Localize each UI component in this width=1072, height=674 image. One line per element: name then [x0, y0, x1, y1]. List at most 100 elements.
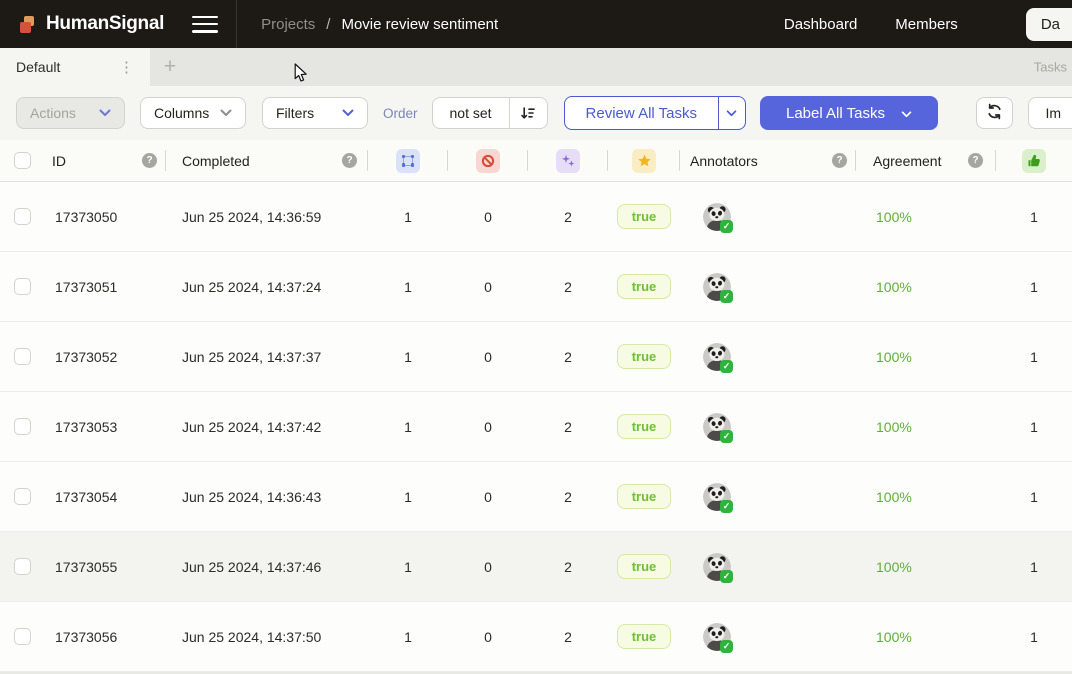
row-select-cell	[0, 488, 44, 505]
annotations-count: 1	[368, 489, 448, 505]
predictions-count: 2	[528, 279, 608, 295]
table-row[interactable]: 17373051 Jun 25 2024, 14:37:24 1 0 2 tru…	[0, 252, 1072, 322]
predictions-count: 2	[528, 629, 608, 645]
row-checkbox[interactable]	[14, 558, 31, 575]
completed-timestamp: Jun 25 2024, 14:37:24	[166, 279, 368, 295]
ground-truth-cell: true	[608, 344, 680, 369]
actions-dropdown[interactable]: Actions	[16, 97, 125, 129]
row-select-cell	[0, 348, 44, 365]
filters-label: Filters	[276, 105, 314, 121]
review-all-tasks-button[interactable]: Review All Tasks	[564, 96, 746, 130]
select-all-checkbox[interactable]	[14, 152, 31, 169]
completed-timestamp: Jun 25 2024, 14:36:59	[166, 209, 368, 225]
hamburger-menu-icon[interactable]	[192, 16, 218, 33]
ground-truth-badge: true	[617, 274, 672, 299]
help-icon[interactable]: ?	[342, 153, 357, 168]
help-icon[interactable]: ?	[968, 153, 983, 168]
help-icon[interactable]: ?	[142, 153, 157, 168]
row-checkbox[interactable]	[14, 418, 31, 435]
logo-icon	[20, 16, 37, 33]
table-row[interactable]: 17373050 Jun 25 2024, 14:36:59 1 0 2 tru…	[0, 182, 1072, 252]
id-column-label[interactable]: ID	[52, 153, 66, 169]
annotator-check-icon: ✓	[720, 360, 733, 373]
columns-dropdown[interactable]: Columns	[140, 97, 246, 129]
annotator-avatar[interactable]: ✓	[703, 553, 731, 581]
ground-truth-badge: true	[617, 204, 672, 229]
account-button[interactable]: Da	[1026, 8, 1072, 41]
annotator-check-icon: ✓	[720, 570, 733, 583]
annotator-avatar[interactable]: ✓	[703, 483, 731, 511]
tab-menu-kebab-icon[interactable]: ⋮	[115, 58, 138, 77]
task-id: 17373053	[44, 419, 166, 435]
row-checkbox[interactable]	[14, 278, 31, 295]
nav-dashboard-link[interactable]: Dashboard	[784, 16, 857, 33]
order-value-dropdown[interactable]: not set	[433, 98, 509, 128]
predictions-icon[interactable]	[556, 149, 580, 173]
table-row[interactable]: 17373053 Jun 25 2024, 14:37:42 1 0 2 tru…	[0, 392, 1072, 462]
column-header-agreement: Agreement ?	[856, 140, 996, 181]
task-id: 17373056	[44, 629, 166, 645]
annotators-cell: ✓	[680, 553, 856, 581]
annotator-avatar[interactable]: ✓	[703, 203, 731, 231]
row-checkbox[interactable]	[14, 208, 31, 225]
annotations-count: 1	[368, 629, 448, 645]
table-row[interactable]: 17373056 Jun 25 2024, 14:37:50 1 0 2 tru…	[0, 602, 1072, 672]
agreement-column-label[interactable]: Agreement	[873, 153, 941, 169]
predictions-count: 2	[528, 489, 608, 505]
task-id: 17373052	[44, 349, 166, 365]
sort-direction-icon[interactable]	[509, 98, 547, 128]
cancelled-count: 0	[448, 349, 528, 365]
label-all-tasks-button[interactable]: Label All Tasks	[760, 96, 938, 130]
star-icon[interactable]	[632, 149, 656, 173]
annotations-count: 1	[368, 279, 448, 295]
humansignal-logo: HumanSignal	[20, 13, 164, 35]
filters-dropdown[interactable]: Filters	[262, 97, 368, 129]
agreement-value: 100%	[856, 489, 996, 505]
cancelled-annotations-icon[interactable]	[476, 149, 500, 173]
tab-default[interactable]: Default ⋮	[0, 48, 150, 86]
ground-truth-cell: true	[608, 414, 680, 439]
row-checkbox[interactable]	[14, 628, 31, 645]
completed-timestamp: Jun 25 2024, 14:37:42	[166, 419, 368, 435]
column-header-annotations	[368, 140, 448, 181]
review-all-tasks-label: Review All Tasks	[565, 97, 718, 129]
row-checkbox[interactable]	[14, 348, 31, 365]
table-row[interactable]: 17373052 Jun 25 2024, 14:37:37 1 0 2 tru…	[0, 322, 1072, 392]
annotator-avatar[interactable]: ✓	[703, 343, 731, 371]
annotations-count-icon[interactable]	[396, 149, 420, 173]
nav-members-link[interactable]: Members	[895, 16, 958, 33]
annotator-avatar[interactable]: ✓	[703, 413, 731, 441]
table-row[interactable]: 17373054 Jun 25 2024, 14:36:43 1 0 2 tru…	[0, 462, 1072, 532]
completed-column-label[interactable]: Completed	[182, 153, 250, 169]
chevron-down-icon[interactable]	[718, 97, 745, 129]
refresh-button[interactable]	[976, 97, 1013, 129]
agreement-value: 100%	[856, 209, 996, 225]
annotator-avatar[interactable]: ✓	[703, 623, 731, 651]
help-icon[interactable]: ?	[832, 153, 847, 168]
reviewed-count: 1	[996, 349, 1072, 365]
table-row[interactable]: 17373055 Jun 25 2024, 14:37:46 1 0 2 tru…	[0, 532, 1072, 602]
agreement-value: 100%	[856, 629, 996, 645]
refresh-icon	[986, 103, 1003, 123]
chevron-down-icon	[342, 109, 354, 117]
ground-truth-cell: true	[608, 624, 680, 649]
import-button[interactable]: Im	[1028, 97, 1072, 129]
add-tab-button[interactable]: +	[150, 48, 190, 86]
annotations-count: 1	[368, 349, 448, 365]
ground-truth-cell: true	[608, 204, 680, 229]
row-select-cell	[0, 278, 44, 295]
annotator-check-icon: ✓	[720, 640, 733, 653]
annotator-avatar[interactable]: ✓	[703, 273, 731, 301]
annotators-column-label[interactable]: Annotators	[690, 153, 758, 169]
annotator-check-icon: ✓	[720, 500, 733, 513]
thumbs-up-icon[interactable]	[1022, 149, 1046, 173]
tasks-counter-label: Tasks	[1034, 60, 1067, 75]
chevron-down-icon	[99, 109, 111, 117]
breadcrumb-projects-link[interactable]: Projects	[261, 16, 315, 33]
agreement-value: 100%	[856, 419, 996, 435]
row-checkbox[interactable]	[14, 488, 31, 505]
predictions-count: 2	[528, 419, 608, 435]
ground-truth-badge: true	[617, 554, 672, 579]
top-nav: Dashboard Members Da	[784, 8, 1072, 41]
column-header-id: ID ?	[44, 140, 166, 181]
